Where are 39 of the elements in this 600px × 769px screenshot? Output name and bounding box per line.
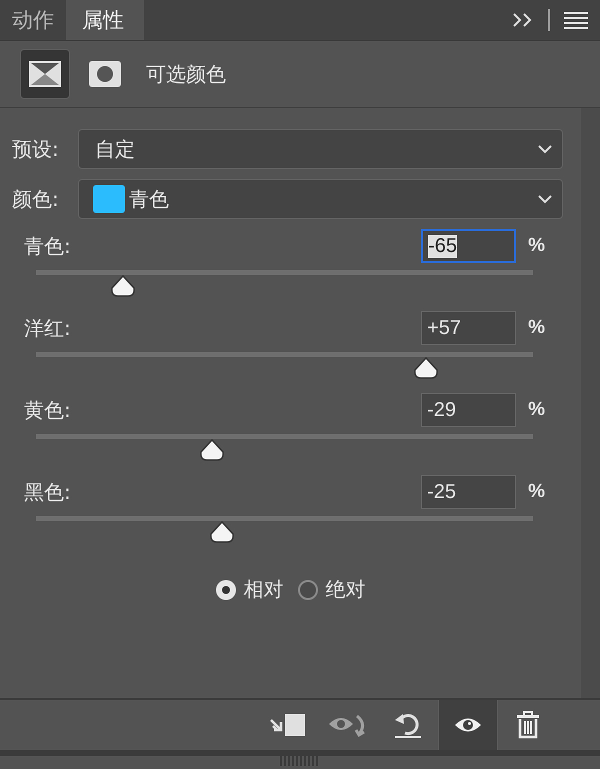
mode-button[interactable]: [20, 49, 70, 99]
preset-label: 预设:: [12, 136, 60, 162]
radio-option[interactable]: 相对: [216, 576, 284, 603]
scrollbar-track[interactable]: [581, 108, 600, 698]
color-dropdown[interactable]: 青色: [78, 179, 563, 219]
panel-tab[interactable]: 动作: [0, 0, 66, 40]
slider-label: 黑色:: [24, 478, 72, 506]
unit-label: %: [528, 235, 545, 257]
value-field[interactable]: -29: [421, 393, 516, 427]
toolbar-button[interactable]: [438, 700, 498, 750]
collapse-icon[interactable]: [512, 12, 534, 28]
slider-label: 黄色:: [24, 396, 72, 424]
slider-thumb[interactable]: [110, 275, 136, 297]
unit-label: %: [528, 317, 545, 339]
unit-label: %: [528, 399, 545, 421]
adjustment-icon: [28, 60, 62, 88]
eye-icon: [454, 716, 482, 734]
mask-icon: [88, 60, 122, 88]
value-field[interactable]: +57: [421, 311, 516, 345]
value-field[interactable]: -25: [421, 475, 516, 509]
slider-thumb[interactable]: [209, 521, 236, 543]
slider-label: 青色:: [24, 232, 72, 260]
slider-label: 洋红:: [24, 314, 72, 342]
color-label: 颜色:: [12, 186, 60, 212]
panel-title: 可选颜色: [146, 60, 226, 88]
unit-label: %: [528, 481, 545, 503]
clip-to-layer-icon: [269, 712, 307, 738]
trash-icon: [516, 711, 540, 739]
value-field[interactable]: -65: [421, 229, 516, 263]
slider-thumb[interactable]: [199, 439, 226, 461]
menu-icon[interactable]: [564, 11, 588, 29]
resize-grip-icon[interactable]: [280, 756, 320, 766]
slider-thumb[interactable]: [413, 357, 440, 379]
radio-option[interactable]: 绝对: [298, 576, 366, 603]
preset-dropdown[interactable]: 自定: [78, 129, 563, 169]
reset-icon: [393, 711, 423, 739]
chevron-down-icon: [538, 194, 552, 204]
panel-tab[interactable]: 属性: [66, 0, 144, 40]
chevron-down-icon: [538, 144, 552, 154]
